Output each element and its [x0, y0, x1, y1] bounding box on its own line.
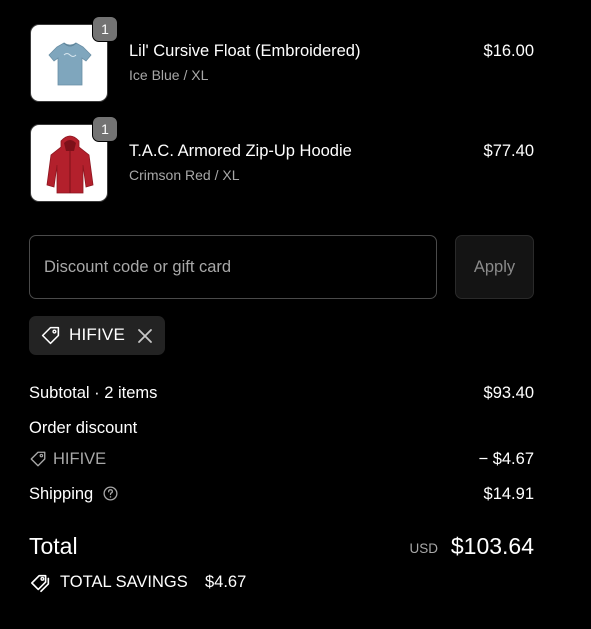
- savings-amount: $4.67: [205, 573, 247, 591]
- shipping-value: $14.91: [483, 485, 534, 503]
- tags-icon: [31, 574, 50, 593]
- subtotal-label: Subtotal · 2 items: [29, 384, 158, 402]
- item-price: $16.00: [483, 42, 534, 60]
- item-price: $77.40: [483, 142, 534, 160]
- apply-button[interactable]: Apply: [455, 235, 534, 299]
- discount-code-label: HIFIVE: [53, 450, 107, 468]
- close-icon[interactable]: [135, 326, 155, 346]
- shipping-label-text: Shipping: [29, 485, 94, 503]
- tag-icon: [41, 326, 60, 345]
- question-circle-icon[interactable]: [102, 485, 119, 502]
- subtotal-value: $93.40: [483, 384, 534, 402]
- tag-icon: [30, 451, 46, 467]
- shipping-label: Shipping: [29, 485, 119, 504]
- savings-label: TOTAL SAVINGS: [60, 573, 188, 591]
- item-variant: Ice Blue / XL: [129, 67, 209, 83]
- discount-code-input[interactable]: [29, 235, 437, 299]
- total-label: Total: [29, 533, 78, 559]
- item-variant: Crimson Red / XL: [129, 167, 240, 183]
- item-name: Lil' Cursive Float (Embroidered): [129, 42, 361, 60]
- product-thumbnail: 1: [30, 16, 118, 102]
- item-name: T.A.C. Armored Zip-Up Hoodie: [129, 142, 352, 160]
- applied-code-label: HIFIVE: [69, 325, 125, 344]
- quantity-badge: 1: [92, 16, 118, 42]
- quantity-badge: 1: [92, 116, 118, 142]
- currency-code: USD: [409, 541, 438, 556]
- applied-discount-chip: HIFIVE: [29, 316, 165, 355]
- product-thumbnail: 1: [30, 116, 118, 202]
- discount-value: − $4.67: [478, 450, 534, 468]
- order-discount-label: Order discount: [29, 419, 138, 437]
- total-amount: $103.64: [450, 533, 534, 559]
